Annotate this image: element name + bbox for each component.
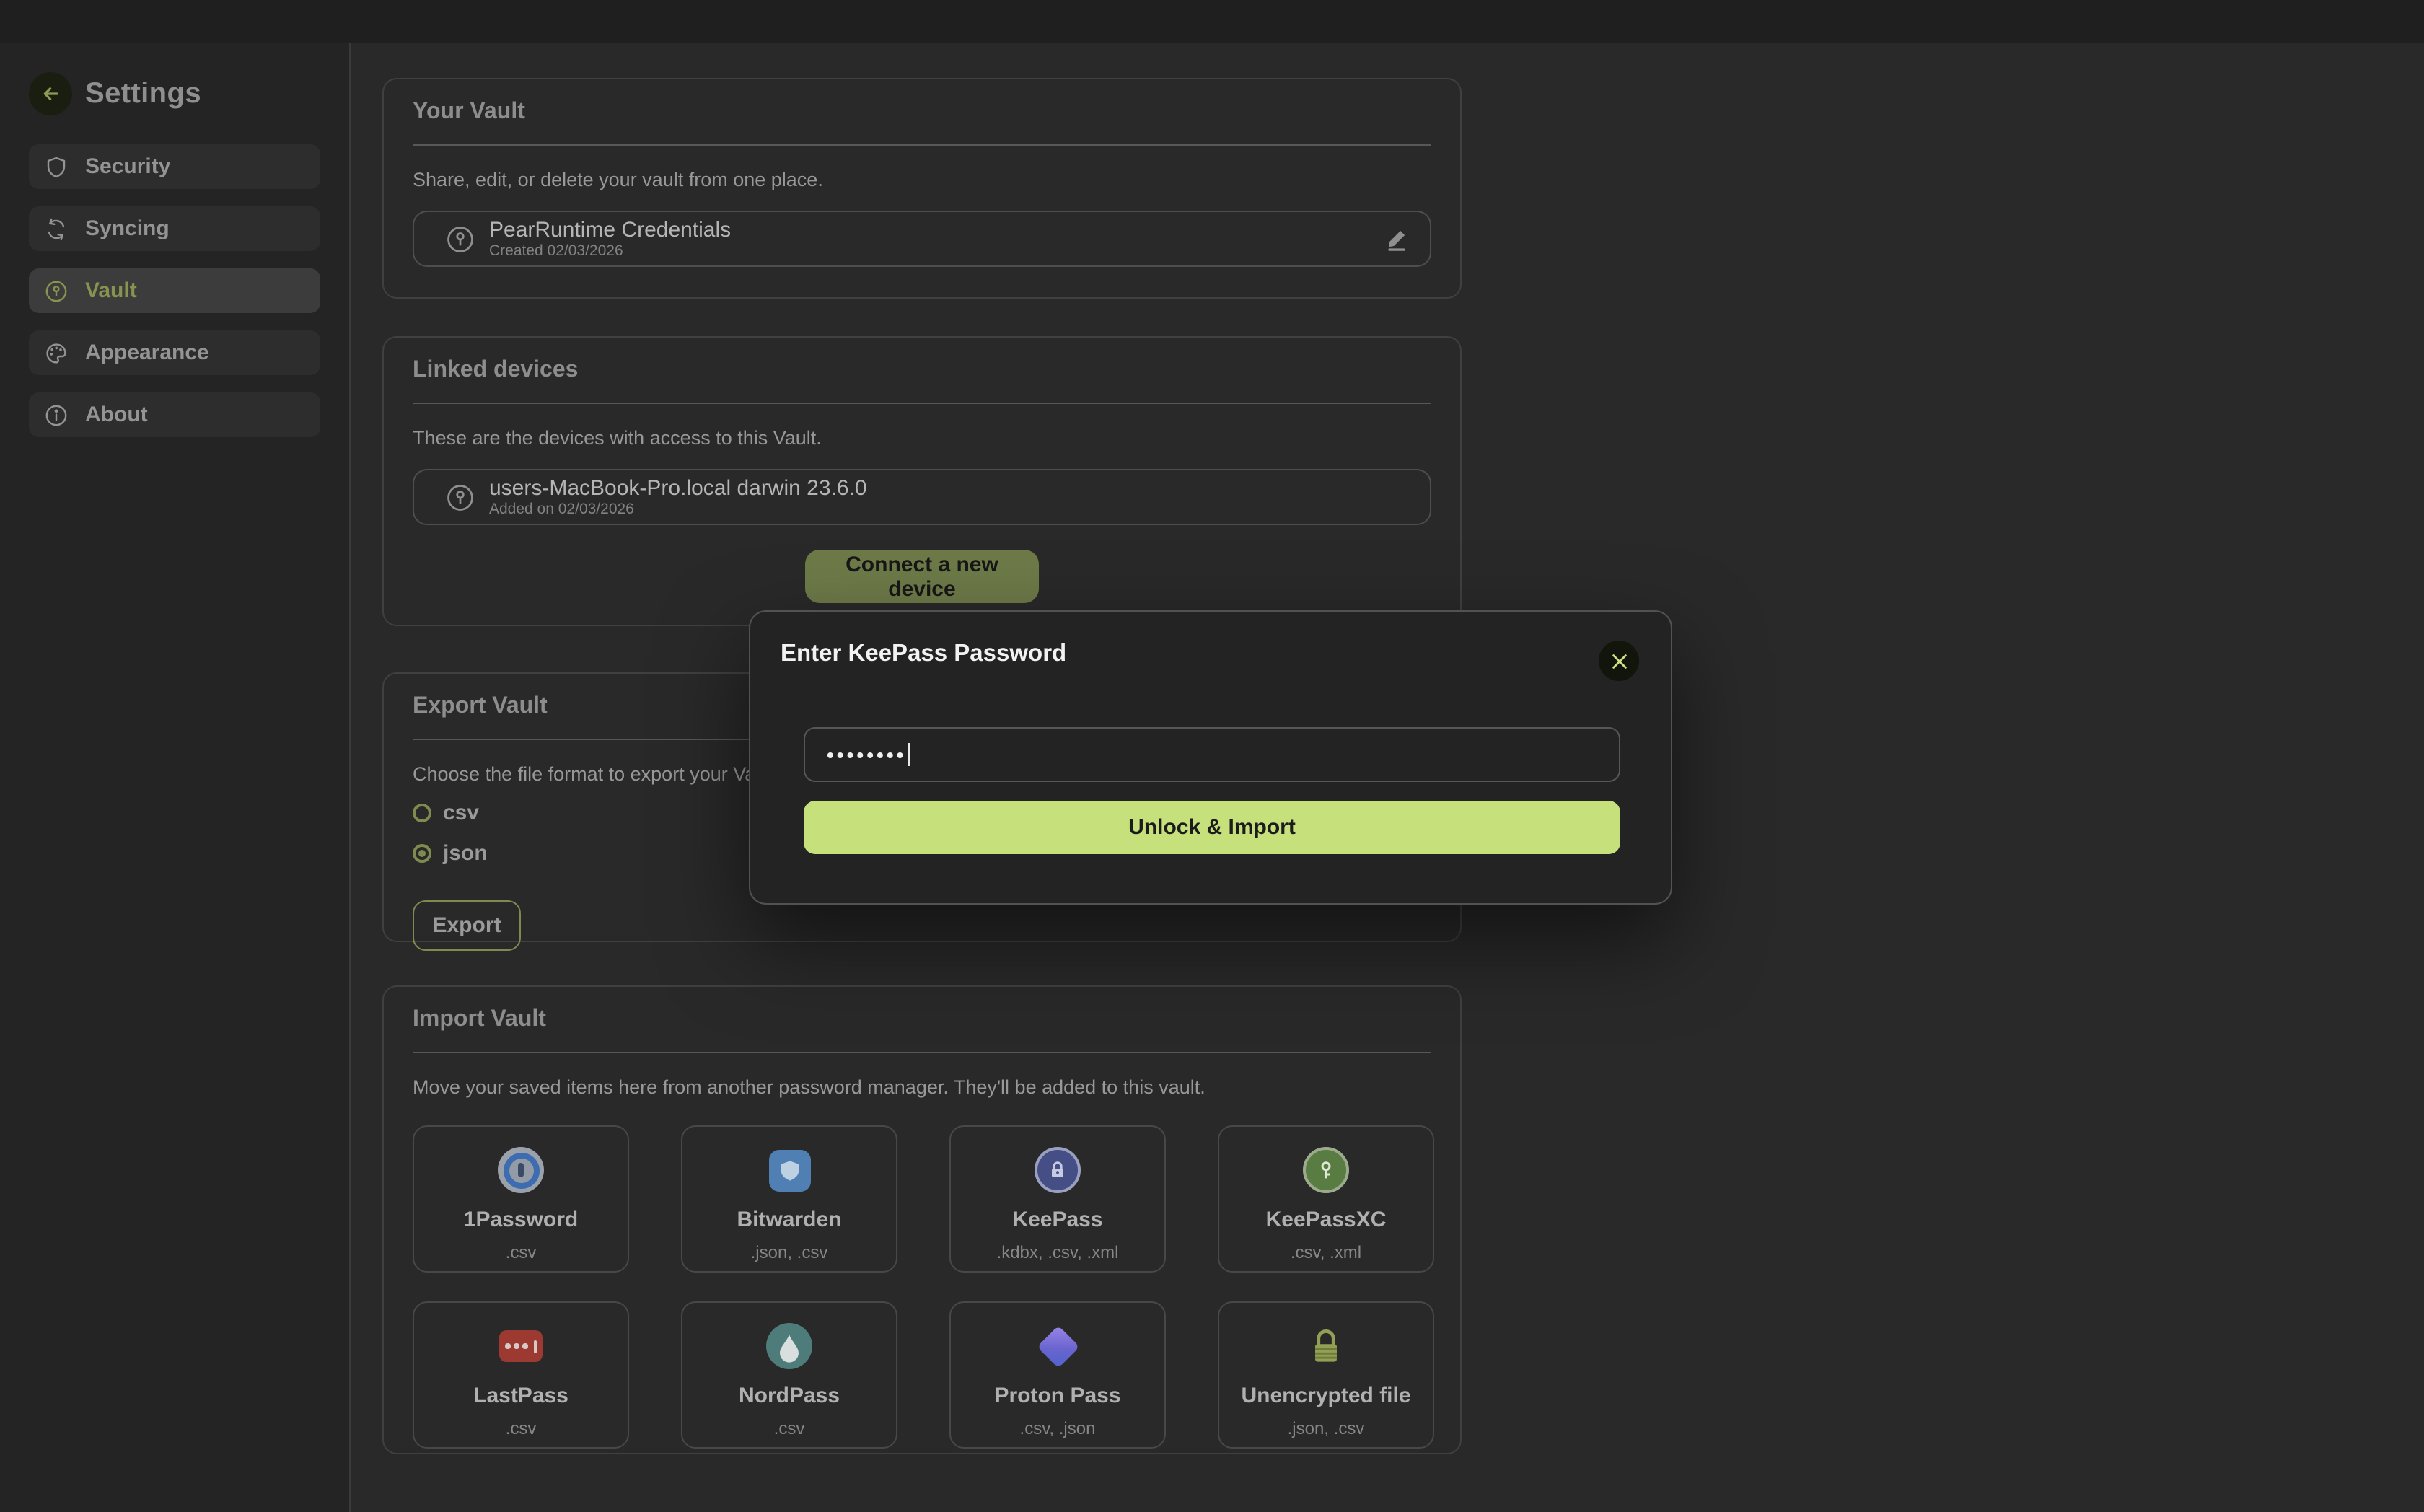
import-tile-nordpass[interactable]: NordPass .csv (681, 1301, 897, 1449)
divider (413, 144, 1431, 146)
page-title: Settings (85, 77, 201, 110)
modal-title: Enter KeePass Password (781, 641, 1066, 668)
import-tile-keepassxc[interactable]: KeePassXC .csv, .xml (1218, 1125, 1434, 1273)
sidebar-item-label: Security (85, 154, 170, 179)
bitwarden-icon (682, 1146, 896, 1195)
provider-formats: .csv, .xml (1219, 1242, 1433, 1262)
provider-name: Bitwarden (682, 1208, 896, 1232)
palette-icon (45, 341, 68, 364)
your-vault-card: Your Vault Share, edit, or delete your v… (382, 78, 1462, 299)
radio-label: json (443, 841, 488, 866)
section-title: Your Vault (413, 100, 1431, 126)
pencil-edit-icon[interactable] (1384, 226, 1410, 252)
section-description: Share, edit, or delete your vault from o… (413, 169, 1431, 190)
divider (413, 403, 1431, 404)
provider-formats: .csv (682, 1418, 896, 1438)
section-title: Import Vault (413, 1007, 1431, 1033)
lastpass-icon (414, 1322, 628, 1371)
provider-name: KeePassXC (1219, 1208, 1433, 1232)
arrow-left-icon (39, 82, 62, 105)
unlock-import-button[interactable]: Unlock & Import (804, 801, 1620, 854)
sync-icon (45, 217, 68, 240)
radio-unchecked-icon[interactable] (413, 804, 431, 822)
provider-name: Unencrypted file (1219, 1384, 1433, 1408)
sidebar-item-about[interactable]: About (29, 392, 320, 437)
shield-icon (45, 155, 68, 178)
sidebar-item-label: Appearance (85, 340, 209, 365)
modal-close-button[interactable] (1599, 641, 1639, 681)
provider-name: NordPass (682, 1384, 896, 1408)
sidebar-item-label: Vault (85, 278, 137, 303)
import-provider-grid: 1Password .csv Bitwarden .json, .csv (413, 1125, 1431, 1449)
provider-formats: .json, .csv (1219, 1418, 1433, 1438)
vault-item-texts: PearRuntime Credentials Created 02/03/20… (489, 218, 1384, 260)
1password-icon (414, 1146, 628, 1195)
key-circle-icon (446, 224, 475, 253)
radio-label: csv (443, 801, 479, 825)
import-tile-keepass[interactable]: KeePass .kdbx, .csv, .xml (949, 1125, 1166, 1273)
key-circle-icon (45, 279, 68, 302)
provider-formats: .json, .csv (682, 1242, 896, 1262)
sidebar-item-label: About (85, 403, 148, 427)
import-tile-protonpass[interactable]: Proton Pass .csv, .json (949, 1301, 1166, 1449)
device-texts: users-MacBook-Pro.local darwin 23.6.0 Ad… (489, 476, 1410, 518)
linked-devices-card: Linked devices These are the devices wit… (382, 336, 1462, 626)
import-vault-card: Import Vault Move your saved items here … (382, 985, 1462, 1454)
provider-formats: .csv (414, 1242, 628, 1262)
provider-formats: .kdbx, .csv, .xml (951, 1242, 1164, 1262)
divider (413, 1052, 1431, 1053)
import-tile-1password[interactable]: 1Password .csv (413, 1125, 629, 1273)
text-caret (908, 743, 910, 766)
provider-name: KeePass (951, 1208, 1164, 1232)
radio-checked-icon[interactable] (413, 844, 431, 863)
sidebar-item-vault[interactable]: Vault (29, 268, 320, 313)
sidebar-item-label: Syncing (85, 216, 170, 241)
provider-name: Proton Pass (951, 1384, 1164, 1408)
password-input[interactable]: •••••••• (804, 727, 1620, 782)
vault-item-row[interactable]: PearRuntime Credentials Created 02/03/20… (413, 211, 1431, 267)
key-circle-icon (446, 483, 475, 511)
protonpass-icon (951, 1322, 1164, 1371)
sidebar-item-syncing[interactable]: Syncing (29, 206, 320, 251)
unencrypted-lock-icon (1219, 1322, 1433, 1371)
back-button[interactable] (29, 72, 72, 115)
settings-page: Settings Security Syncing (0, 0, 2424, 1512)
device-added-date: Added on 02/03/2026 (489, 501, 1410, 518)
provider-name: LastPass (414, 1384, 628, 1408)
window-titlebar (0, 0, 2424, 43)
import-tile-bitwarden[interactable]: Bitwarden .json, .csv (681, 1125, 897, 1273)
section-description: Move your saved items here from another … (413, 1076, 1431, 1098)
device-row[interactable]: users-MacBook-Pro.local darwin 23.6.0 Ad… (413, 469, 1431, 525)
device-name: users-MacBook-Pro.local darwin 23.6.0 (489, 476, 1410, 501)
sidebar: Settings Security Syncing (0, 43, 351, 1512)
connect-new-device-button[interactable]: Connect a new device (805, 550, 1039, 603)
provider-formats: .csv (414, 1418, 628, 1438)
import-tile-unencrypted[interactable]: Unencrypted file .json, .csv (1218, 1301, 1434, 1449)
keepassxc-icon (1219, 1146, 1433, 1195)
import-tile-lastpass[interactable]: LastPass .csv (413, 1301, 629, 1449)
export-button[interactable]: Export (413, 900, 521, 951)
keepass-password-modal: Enter KeePass Password •••••••• Unlock &… (749, 610, 1672, 905)
nordpass-icon (682, 1322, 896, 1371)
sidebar-item-security[interactable]: Security (29, 144, 320, 189)
sidebar-header: Settings (29, 72, 349, 115)
sidebar-item-appearance[interactable]: Appearance (29, 330, 320, 375)
vault-name: PearRuntime Credentials (489, 218, 1384, 242)
info-icon (45, 403, 68, 426)
vault-created-date: Created 02/03/2026 (489, 242, 1384, 260)
keepass-icon (951, 1146, 1164, 1195)
password-masked-value: •••••••• (827, 744, 906, 765)
section-description: These are the devices with access to thi… (413, 427, 1431, 449)
provider-name: 1Password (414, 1208, 628, 1232)
provider-formats: .csv, .json (951, 1418, 1164, 1438)
section-title: Linked devices (413, 358, 1431, 384)
sidebar-nav: Security Syncing Vault (29, 144, 320, 437)
close-icon (1610, 651, 1628, 670)
